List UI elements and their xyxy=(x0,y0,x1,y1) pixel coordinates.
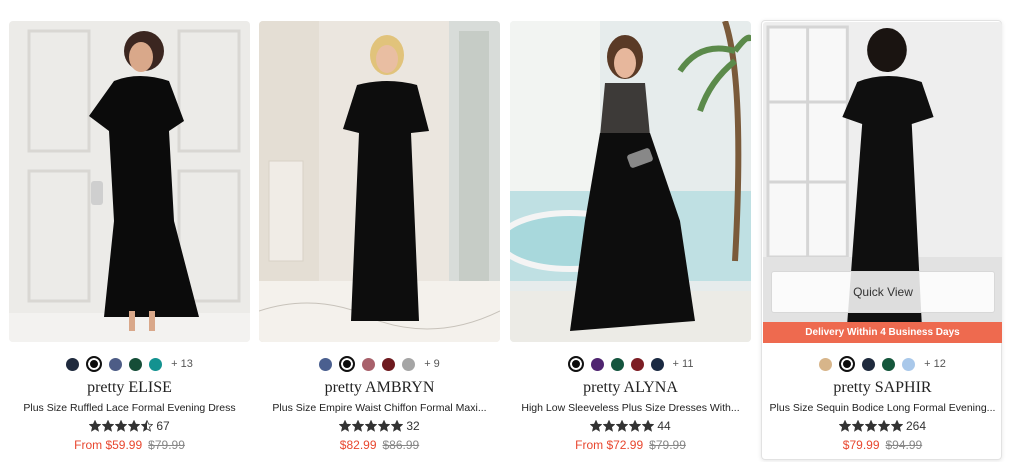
product-brand: pretty SAPHIR xyxy=(833,379,932,396)
product-price: $79.99 $94.99 xyxy=(762,438,1003,452)
star-icon xyxy=(391,420,404,432)
color-swatches: + 12 xyxy=(762,356,1003,372)
color-swatch[interactable] xyxy=(362,357,376,371)
color-swatch[interactable] xyxy=(650,357,664,371)
product-brand: pretty AMBRYN xyxy=(324,379,435,396)
color-swatch[interactable] xyxy=(630,357,644,371)
color-swatches: + 13 xyxy=(9,356,250,372)
star-icon xyxy=(89,420,102,432)
star-icon xyxy=(864,420,877,432)
color-swatch[interactable] xyxy=(149,357,163,371)
star-icon xyxy=(877,420,890,432)
color-swatches: + 9 xyxy=(259,356,500,372)
product-card-elise[interactable]: + 13 pretty ELISE Plus Size Ruffled Lace… xyxy=(9,21,250,461)
product-rating: 32 xyxy=(259,419,500,433)
star-icon xyxy=(616,420,629,432)
product-photo xyxy=(510,21,751,342)
color-swatch[interactable] xyxy=(66,357,80,371)
star-icon xyxy=(378,420,391,432)
star-icon xyxy=(365,420,378,432)
product-card-alyna[interactable]: + 11 pretty ALYNA High Low Sleeveless Pl… xyxy=(510,21,751,461)
original-price: $86.99 xyxy=(382,438,420,452)
color-swatch[interactable] xyxy=(862,357,876,371)
star-icon xyxy=(339,420,352,432)
star-icon xyxy=(603,420,616,432)
star-icon xyxy=(115,420,128,432)
star-icon xyxy=(642,420,655,432)
more-colors-count[interactable]: + 11 xyxy=(673,358,694,370)
color-swatch[interactable] xyxy=(339,356,356,372)
product-rating: 67 xyxy=(9,419,250,433)
star-icon xyxy=(352,420,365,432)
product-card-saphir[interactable]: Quick View Delivery Within 4 Business Da… xyxy=(761,20,1002,460)
current-price: $79.99 xyxy=(842,438,880,452)
review-count[interactable]: 264 xyxy=(906,419,926,433)
star-icon xyxy=(629,420,642,432)
color-swatch[interactable] xyxy=(610,357,624,371)
color-swatch[interactable] xyxy=(109,357,123,371)
star-icon xyxy=(838,420,851,432)
product-price: From $72.99 $79.99 xyxy=(510,438,751,452)
product-card-ambryn[interactable]: + 9 pretty AMBRYN Plus Size Empire Waist… xyxy=(259,21,500,461)
product-name-link[interactable]: Plus Size Ruffled Lace Formal Evening Dr… xyxy=(15,402,244,414)
product-rating: 264 xyxy=(762,419,1003,433)
product-name-link[interactable]: High Low Sleeveless Plus Size Dresses Wi… xyxy=(516,402,745,414)
review-count[interactable]: 44 xyxy=(657,419,670,433)
star-icon xyxy=(590,420,603,432)
product-image[interactable] xyxy=(9,21,250,342)
star-icon xyxy=(141,420,154,432)
product-image[interactable] xyxy=(510,21,751,342)
product-image[interactable]: Quick View Delivery Within 4 Business Da… xyxy=(763,22,1002,343)
product-price: $82.99 $86.99 xyxy=(259,438,500,452)
product-grid: + 13 pretty ELISE Plus Size Ruffled Lace… xyxy=(0,0,1024,462)
more-colors-count[interactable]: + 12 xyxy=(924,358,946,370)
star-icon xyxy=(851,420,864,432)
product-brand: pretty ELISE xyxy=(87,379,172,396)
color-swatch[interactable] xyxy=(590,357,604,371)
star-icon xyxy=(102,420,115,432)
product-rating: 44 xyxy=(510,419,751,433)
color-swatch[interactable] xyxy=(402,357,416,371)
current-price: From $72.99 xyxy=(575,438,644,452)
original-price: $94.99 xyxy=(885,438,923,452)
color-swatch[interactable] xyxy=(839,356,856,372)
product-brand: pretty ALYNA xyxy=(583,379,678,396)
product-photo xyxy=(9,21,250,342)
color-swatch[interactable] xyxy=(129,357,143,371)
original-price: $79.99 xyxy=(649,438,686,452)
color-swatch[interactable] xyxy=(86,356,103,372)
color-swatch[interactable] xyxy=(382,357,396,371)
current-price: $82.99 xyxy=(339,438,377,452)
product-name-link[interactable]: Plus Size Sequin Bodice Long Formal Even… xyxy=(768,402,997,414)
delivery-banner: Delivery Within 4 Business Days xyxy=(763,322,1002,343)
star-icon xyxy=(890,420,903,432)
product-price: From $59.99 $79.99 xyxy=(9,438,250,452)
star-icon xyxy=(128,420,141,432)
current-price: From $59.99 xyxy=(74,438,143,452)
review-count[interactable]: 32 xyxy=(406,419,419,433)
color-swatches: + 11 xyxy=(510,356,751,372)
color-swatch[interactable] xyxy=(819,357,833,371)
quick-view-button[interactable]: Quick View xyxy=(771,271,995,313)
original-price: $79.99 xyxy=(148,438,185,452)
product-photo xyxy=(259,21,500,342)
color-swatch[interactable] xyxy=(567,356,584,372)
product-name-link[interactable]: Plus Size Empire Waist Chiffon Formal Ma… xyxy=(265,402,494,414)
product-image[interactable] xyxy=(259,21,500,342)
more-colors-count[interactable]: + 13 xyxy=(171,358,193,370)
color-swatch[interactable] xyxy=(319,357,333,371)
color-swatch[interactable] xyxy=(882,357,896,371)
more-colors-count[interactable]: + 9 xyxy=(424,358,440,370)
review-count[interactable]: 67 xyxy=(156,419,169,433)
color-swatch[interactable] xyxy=(902,357,916,371)
